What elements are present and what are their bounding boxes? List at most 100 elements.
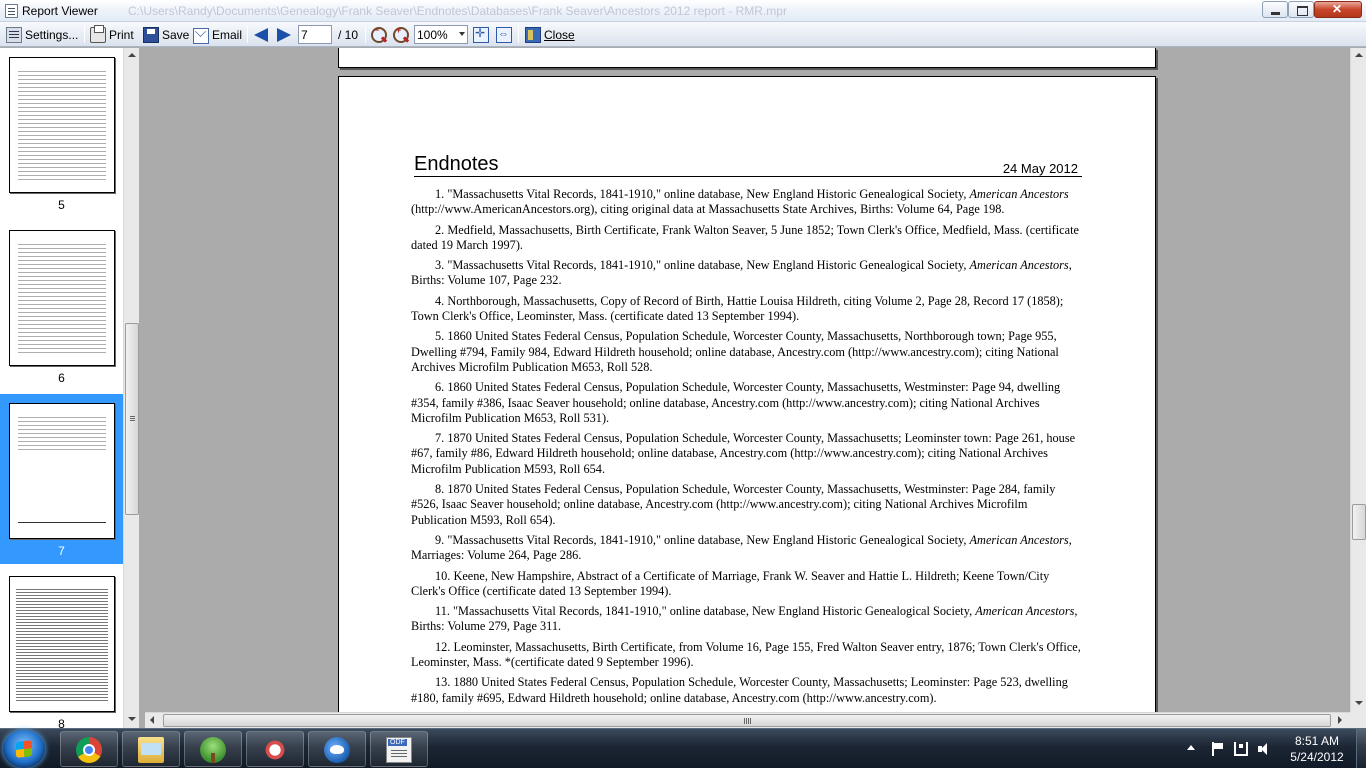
taskbar-app-odf-viewer[interactable] [370,731,428,767]
scroll-left-icon[interactable] [150,716,154,724]
scroll-corner [1350,712,1366,728]
endnote-number: 1. [435,187,445,201]
taskbar-app-family-tree[interactable] [184,731,242,767]
page-total: / 10 [338,27,359,42]
action-center-flag-icon[interactable] [1210,742,1224,756]
scroll-right-icon[interactable] [1338,716,1342,724]
thumbnail-panel: 5 6 7 8 [0,48,123,728]
arrow-right-icon [277,27,291,42]
document-page: Endnotes 24 May 2012 1. "Massachusetts V… [338,76,1156,712]
page-number-input[interactable] [298,25,332,44]
thumbnail-item[interactable]: 5 [0,48,123,218]
thumbnail-item[interactable]: 6 [0,221,123,391]
endnote-item: 10. Keene, New Hampshire, Abstract of a … [411,569,1083,600]
fit-page-button[interactable] [473,22,492,47]
settings-icon [6,26,22,43]
document-horizontal-scrollbar[interactable] [145,712,1350,728]
thunderbird-icon [324,737,350,763]
endnote-text: "Massachusetts Vital Records, 1841-1910,… [447,532,970,547]
network-icon[interactable] [1234,742,1248,756]
window-close-button[interactable] [1314,1,1362,18]
toolbar-separator [84,26,85,43]
scroll-down-icon[interactable] [1355,701,1363,705]
endnote-source-title: American Ancestors [969,258,1069,273]
scroll-up-icon[interactable] [128,53,136,57]
endnote-number: 3. [435,258,445,273]
close-report-button[interactable]: Close [525,22,575,47]
horizontal-scroll-thumb[interactable] [163,714,1331,727]
endnote-item: 9. "Massachusetts Vital Records, 1841-19… [411,533,1083,564]
zoom-in-icon [393,25,409,43]
volume-icon[interactable] [1258,742,1272,756]
save-button[interactable]: Save [143,22,189,47]
zoom-out-icon [371,25,387,43]
previous-page-button[interactable] [254,22,268,47]
window-path: C:\Users\Randy\Documents\Genealogy\Frank… [128,4,787,18]
zoom-select[interactable]: 100% [414,25,468,44]
taskbar-app-thunderbird[interactable] [308,731,366,767]
title-bar: Report Viewer C:\Users\Randy\Documents\G… [0,0,1366,22]
show-hidden-icons-button[interactable] [1187,745,1195,750]
exit-door-icon [525,26,541,43]
zoom-value: 100% [417,28,448,42]
show-desktop-button[interactable] [1356,729,1366,768]
taskbar-app-snipping-tool[interactable] [246,731,304,767]
system-clock[interactable]: 8:51 AM 5/24/2012 [1282,733,1352,765]
chrome-icon [76,737,102,763]
fit-width-button[interactable] [496,22,515,47]
endnote-number: 7. [435,431,445,446]
endnote-text: 1870 United States Federal Census, Popul… [411,482,1056,527]
thumbnail-label: 6 [58,371,65,385]
thumbnail-item[interactable]: 8 [0,567,123,728]
endnote-number: 12. [435,639,451,654]
page-thumbnail [9,230,115,366]
endnote-text: 1860 United States Federal Census, Popul… [411,329,1059,374]
endnote-text: "Massachusetts Vital Records, 1841-1910,… [447,258,970,273]
document-vertical-scrollbar[interactable] [1350,48,1366,712]
endnote-item: 11. "Massachusetts Vital Records, 1841-1… [411,604,1083,635]
minimize-button[interactable] [1262,1,1288,18]
fit-page-icon [473,26,489,43]
endnote-text: Medfield, Massachusetts, Birth Certifica… [411,222,1079,252]
taskbar-app-chrome[interactable] [60,731,118,767]
print-label: Print [109,27,134,42]
previous-page-edge [338,48,1156,68]
print-button[interactable]: Print [90,22,134,47]
toolbar-separator [518,26,519,43]
endnote-number: 13. [435,675,451,690]
endnote-text: "Massachusetts Vital Records, 1841-1910,… [453,604,976,619]
endnote-item: 4. Northborough, Massachusetts, Copy of … [411,294,1083,325]
thumbnail-scroll-thumb[interactable] [125,323,139,515]
thumbnail-item-selected[interactable]: 7 [0,394,123,564]
endnote-text: 1870 United States Federal Census, Popul… [411,431,1076,476]
email-button[interactable]: Email [193,22,242,47]
endnote-item: 1. "Massachusetts Vital Records, 1841-19… [411,187,1083,218]
start-button[interactable] [3,730,45,768]
maximize-button[interactable] [1288,1,1314,18]
endnote-item: 7. 1870 United States Federal Census, Po… [411,431,1083,477]
endnote-source-title: American Ancestors [969,532,1069,547]
endnote-source-title: American Ancestors [975,604,1075,619]
endnote-item: 13. 1880 United States Federal Census, P… [411,675,1083,706]
next-page-button[interactable] [277,22,291,47]
odf-viewer-icon [386,737,412,763]
scroll-up-icon[interactable] [1355,53,1363,57]
settings-label: Settings... [25,27,79,42]
document-scroll-thumb[interactable] [1352,504,1366,540]
endnote-source-title: American Ancestors [969,187,1069,201]
endnote-number: 5. [435,329,445,344]
close-label: Close [544,27,575,42]
settings-button[interactable]: Settings... [6,22,78,47]
endnote-text: 1880 United States Federal Census, Popul… [411,675,1068,705]
endnote-item: 6. 1860 United States Federal Census, Po… [411,380,1083,426]
envelope-icon [193,27,209,44]
thumbnail-scrollbar[interactable] [123,48,139,728]
zoom-in-button[interactable] [393,22,412,47]
endnote-number: 8. [435,482,445,497]
taskbar-app-explorer[interactable] [122,731,180,767]
scroll-down-icon[interactable] [128,717,136,721]
endnote-number: 2. [435,222,445,237]
zoom-out-button[interactable] [371,22,390,47]
endnote-number: 11. [435,604,450,619]
toolbar: Settings... Print Save Email / 10 100% C… [0,22,1366,47]
